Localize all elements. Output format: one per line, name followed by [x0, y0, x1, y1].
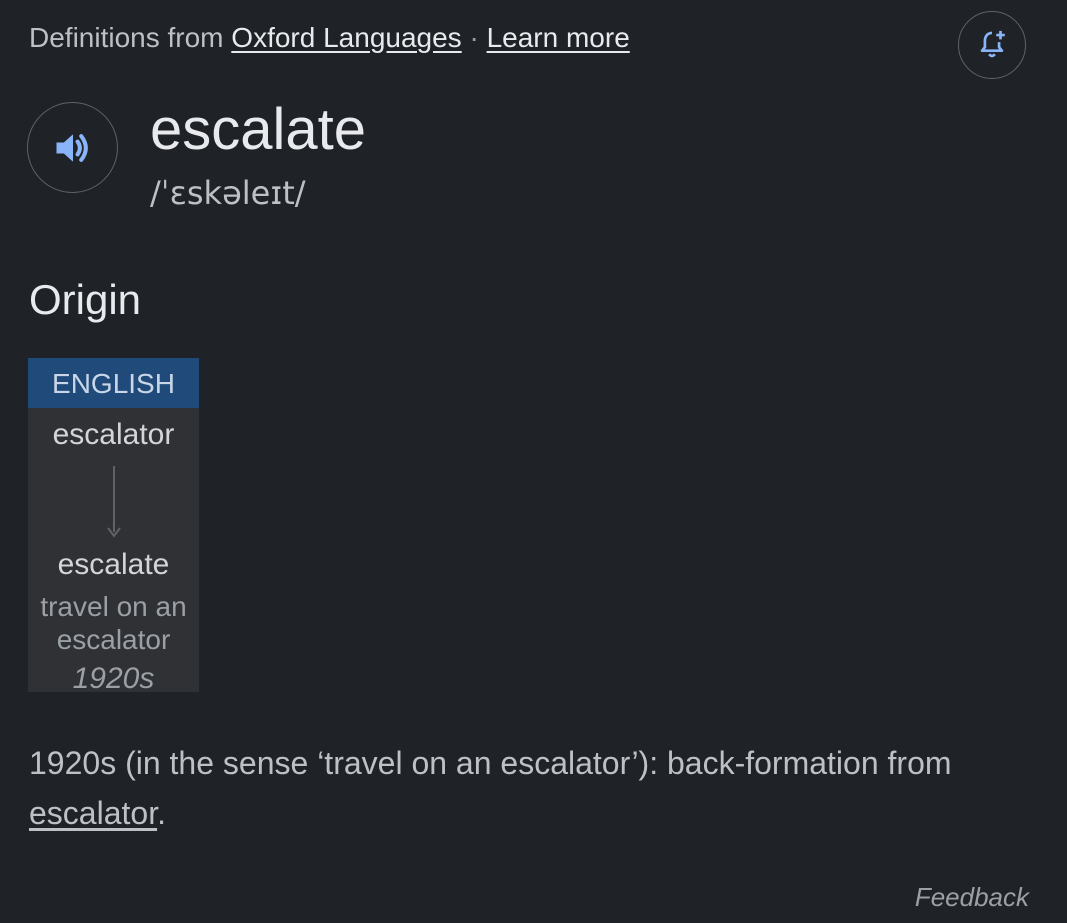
separator: ·: [469, 22, 479, 53]
speaker-icon: [56, 133, 88, 162]
etymology-source-word: escalator: [52, 418, 175, 451]
oxford-languages-link[interactable]: Oxford Languages: [231, 22, 461, 53]
origin-description: 1920s (in the sense ‘travel on an escala…: [29, 738, 1019, 838]
etymology-target-word: escalate: [57, 548, 170, 581]
feedback-link[interactable]: Feedback: [915, 882, 1029, 913]
origin-text-end: .: [157, 795, 166, 831]
origin-text-main: 1920s (in the sense ‘travel on an escala…: [29, 745, 952, 781]
source-attribution: Definitions from Oxford Languages · Lear…: [29, 22, 630, 54]
add-alert-icon: [980, 30, 1005, 58]
arrow-down-icon: [107, 466, 121, 538]
etymology-language: ENGLISH: [28, 358, 199, 408]
source-prefix: Definitions from: [29, 22, 224, 53]
learn-more-link[interactable]: Learn more: [487, 22, 630, 53]
phonetic-spelling: /ˈɛskəleɪt/: [150, 174, 306, 212]
origin-heading: Origin: [29, 276, 142, 323]
pronunciation-audio-button[interactable]: [27, 102, 118, 193]
etymology-date: 1920s: [72, 662, 155, 692]
etymology-sense: travel on an escalator: [40, 591, 187, 655]
etymology-diagram: ENGLISH escalator escalate travel on an …: [28, 358, 199, 692]
escalator-link[interactable]: escalator: [29, 795, 157, 831]
headword: escalate: [150, 97, 367, 162]
add-alert-button[interactable]: [958, 11, 1026, 79]
